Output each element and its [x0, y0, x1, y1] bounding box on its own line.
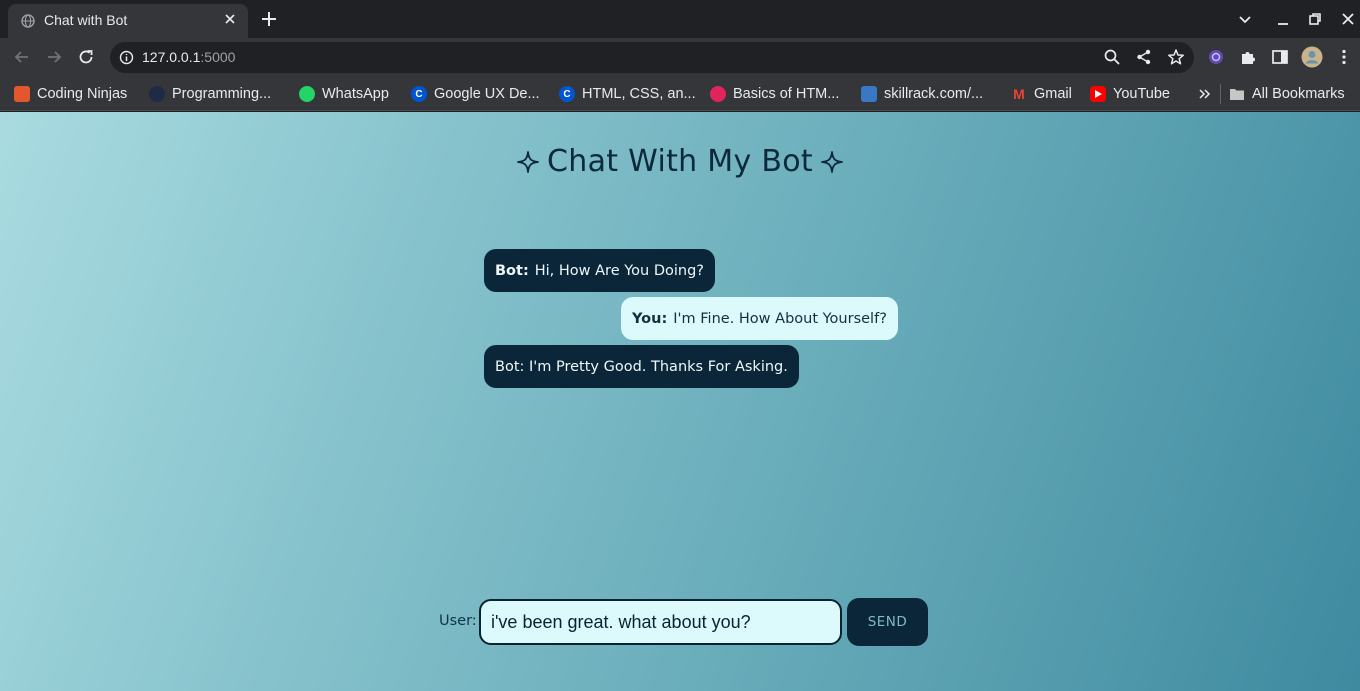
message-speaker: You: — [632, 310, 668, 327]
close-window-icon[interactable] — [1340, 11, 1356, 27]
bookmark-label: Gmail — [1034, 86, 1072, 102]
gmail-icon: M — [1011, 86, 1027, 102]
chevron-double-right-icon[interactable] — [1198, 87, 1212, 101]
tab-search-icon[interactable] — [1237, 11, 1253, 27]
forward-icon[interactable] — [45, 48, 63, 66]
address-bar[interactable]: 127.0.0.1:5000 — [110, 42, 1194, 73]
message-text: Bot: I'm Pretty Good. Thanks For Asking. — [495, 358, 788, 375]
bookmark-whatsapp[interactable]: WhatsApp — [299, 84, 389, 104]
tab-strip: Chat with Bot — [0, 0, 1360, 38]
restore-icon[interactable] — [1307, 11, 1323, 27]
bookmark-label: Coding Ninjas — [37, 86, 128, 102]
sparkle-icon — [517, 151, 539, 173]
coding-ninjas-icon — [14, 86, 30, 102]
bookmarks-divider — [1220, 84, 1221, 104]
bot-message: Bot: I'm Pretty Good. Thanks For Asking. — [484, 345, 799, 388]
programming-icon — [149, 86, 165, 102]
extensions-puzzle-icon[interactable] — [1239, 48, 1257, 66]
whatsapp-icon — [299, 86, 315, 102]
user-input-label: User: — [439, 613, 477, 629]
bookmark-label: WhatsApp — [322, 86, 389, 102]
address-host: 127.0.0.1 — [142, 49, 201, 65]
chat-page: Chat With My Bot Bot: Hi, How Are You Do… — [0, 112, 1360, 691]
tab-title: Chat with Bot — [44, 12, 128, 28]
info-icon[interactable] — [119, 50, 134, 65]
bookmark-label: YouTube — [1113, 86, 1170, 102]
tab-chat-with-bot[interactable]: Chat with Bot — [8, 4, 248, 38]
bookmark-coding-ninjas[interactable]: Coding Ninjas — [14, 84, 127, 104]
bot-message: Bot: Hi, How Are You Doing? — [484, 249, 715, 292]
bookmark-label: Basics of HTM... — [733, 86, 840, 102]
bookmark-label: Google UX De... — [434, 86, 540, 102]
bookmark-label: HTML, CSS, an... — [582, 86, 696, 102]
bookmark-gmail[interactable]: M Gmail — [1011, 84, 1072, 104]
share-icon[interactable] — [1135, 48, 1153, 66]
bookmark-google-ux[interactable]: C Google UX De... — [411, 84, 540, 104]
bookmark-html-css[interactable]: C HTML, CSS, an... — [559, 84, 696, 104]
bookmarks-bar: Coding Ninjas Programming... WhatsApp C … — [0, 77, 1360, 111]
back-icon[interactable] — [13, 48, 31, 66]
page-title-text: Chat With My Bot — [547, 144, 813, 179]
close-icon[interactable] — [222, 11, 238, 27]
chat-message-input[interactable] — [479, 599, 842, 645]
message-text: I'm Fine. How About Yourself? — [673, 310, 887, 327]
user-message: You: I'm Fine. How About Yourself? — [621, 297, 898, 340]
minimize-icon[interactable] — [1275, 11, 1291, 27]
all-bookmarks-label: All Bookmarks — [1252, 86, 1345, 102]
bookmark-youtube[interactable]: YouTube — [1090, 84, 1170, 104]
message-speaker: Bot: — [495, 262, 529, 279]
bookmark-label: skillrack.com/... — [884, 86, 984, 102]
youtube-icon — [1090, 86, 1106, 102]
extension-circle-icon[interactable] — [1207, 48, 1225, 66]
page-title: Chat With My Bot — [0, 144, 1360, 179]
bookmark-basics-html[interactable]: Basics of HTM... — [710, 84, 839, 104]
message-text: Hi, How Are You Doing? — [534, 262, 704, 279]
bookmark-label: Programming... — [172, 86, 272, 102]
coursera-icon: C — [411, 86, 427, 102]
reload-icon[interactable] — [77, 48, 95, 66]
all-bookmarks-button[interactable]: All Bookmarks — [1229, 84, 1345, 104]
bookmark-programming[interactable]: Programming... — [149, 84, 271, 104]
chat-input-row: User: SEND — [0, 598, 1360, 646]
bookmark-skillrack[interactable]: skillrack.com/... — [861, 84, 983, 104]
menu-icon[interactable] — [1335, 48, 1353, 66]
send-button[interactable]: SEND — [847, 598, 928, 646]
address-url: 127.0.0.1:5000 — [142, 49, 235, 65]
zoom-icon[interactable] — [1103, 48, 1121, 66]
address-port: :5000 — [200, 49, 236, 65]
basics-icon — [710, 86, 726, 102]
globe-icon — [21, 14, 35, 28]
side-panel-icon[interactable] — [1271, 48, 1289, 66]
new-tab-icon[interactable] — [260, 10, 278, 28]
browser-toolbar: 127.0.0.1:5000 — [0, 38, 1360, 77]
skillrack-icon — [861, 86, 877, 102]
folder-icon — [1230, 89, 1244, 100]
coursera-icon: C — [559, 86, 575, 102]
profile-avatar-icon[interactable] — [1301, 46, 1323, 68]
star-icon[interactable] — [1167, 48, 1185, 66]
sparkle-icon — [821, 151, 843, 173]
